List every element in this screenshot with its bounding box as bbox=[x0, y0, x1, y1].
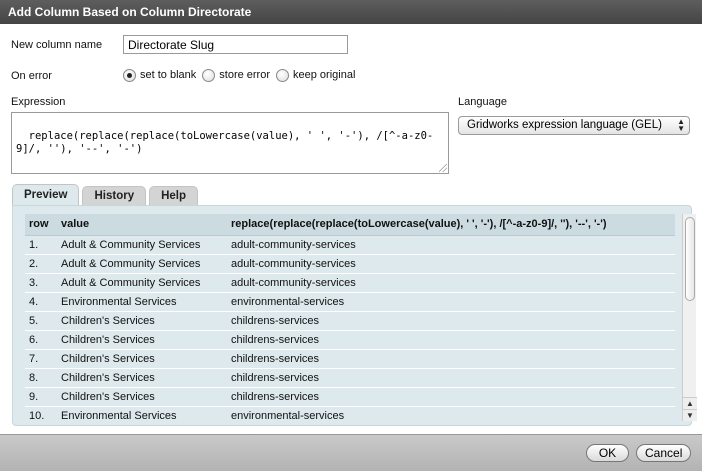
table-row: 3. Adult & Community Services adult-commun… bbox=[25, 273, 675, 293]
row-result: childrens-services bbox=[227, 330, 675, 350]
row-value: Adult & Community Services bbox=[57, 235, 227, 255]
table-row: 4. Environmental Services environmental-se… bbox=[25, 292, 675, 312]
radio-checked-icon[interactable] bbox=[123, 68, 136, 82]
tab-bar: Preview History Help bbox=[12, 184, 201, 206]
row-value: Children's Services bbox=[57, 349, 227, 369]
row-number: 6. bbox=[25, 330, 57, 350]
table-row: 5. Children's Services childrens-services bbox=[25, 311, 675, 331]
row-result: adult-community-services bbox=[227, 273, 675, 293]
column-header-expression: replace(replace(replace(toLowercase(valu… bbox=[227, 214, 675, 236]
radio-keep-original-label: keep original bbox=[293, 69, 356, 81]
row-number: 2. bbox=[25, 254, 57, 274]
row-result: environmental-services bbox=[227, 292, 675, 312]
table-row: 2. Adult & Community Services adult-commun… bbox=[25, 254, 675, 274]
scroll-down-icon[interactable]: ▼ bbox=[683, 409, 697, 421]
scrollbar-thumb[interactable] bbox=[685, 217, 695, 301]
row-value: Children's Services bbox=[57, 387, 227, 407]
tab-help[interactable]: Help bbox=[149, 186, 199, 206]
row-number: 5. bbox=[25, 311, 57, 331]
radio-store-error[interactable]: store error bbox=[202, 68, 271, 82]
row-result: childrens-services bbox=[227, 368, 675, 388]
on-error-label: On error bbox=[11, 70, 52, 82]
cancel-button[interactable]: Cancel bbox=[636, 444, 691, 462]
expression-textarea[interactable]: replace(replace(replace(toLowercase(valu… bbox=[11, 112, 449, 174]
row-value: Environmental Services bbox=[57, 292, 227, 312]
row-value: Children's Services bbox=[57, 311, 227, 331]
table-row: 10. Environmental Services environmental-s… bbox=[25, 406, 675, 421]
tab-history[interactable]: History bbox=[82, 186, 147, 206]
table-header-row: row value replace(replace(replace(toLowe… bbox=[25, 214, 675, 236]
column-header-row: row bbox=[25, 214, 57, 236]
dialog-footer: OK Cancel bbox=[0, 434, 702, 471]
row-result: childrens-services bbox=[227, 349, 675, 369]
radio-store-error-label: store error bbox=[219, 69, 271, 81]
row-value: Children's Services bbox=[57, 368, 227, 388]
radio-set-to-blank-label: set to blank bbox=[140, 69, 197, 81]
row-number: 10. bbox=[25, 406, 57, 421]
row-number: 3. bbox=[25, 273, 57, 293]
dialog-title: Add Column Based on Column Directorate bbox=[0, 0, 702, 24]
tab-preview[interactable]: Preview bbox=[12, 184, 80, 206]
preview-scrollbar[interactable]: ▲ ▼ bbox=[682, 214, 697, 421]
updown-arrows-icon: ▲ ▼ bbox=[677, 117, 685, 133]
row-value: Children's Services bbox=[57, 330, 227, 350]
radio-keep-original[interactable]: keep original bbox=[276, 68, 356, 82]
row-result: adult-community-services bbox=[227, 235, 675, 255]
row-result: childrens-services bbox=[227, 387, 675, 407]
language-select-value: Gridworks expression language (GEL) bbox=[467, 119, 662, 131]
row-result: childrens-services bbox=[227, 311, 675, 331]
column-header-value: value bbox=[57, 214, 227, 236]
row-value: Adult & Community Services bbox=[57, 273, 227, 293]
radio-unchecked-icon[interactable] bbox=[276, 68, 290, 82]
new-column-name-label: New column name bbox=[11, 39, 103, 51]
row-number: 4. bbox=[25, 292, 57, 312]
row-number: 1. bbox=[25, 235, 57, 255]
radio-unchecked-icon[interactable] bbox=[202, 68, 216, 82]
scroll-up-icon[interactable]: ▲ bbox=[683, 397, 697, 409]
expression-text[interactable]: replace(replace(replace(toLowercase(valu… bbox=[16, 130, 433, 155]
row-value: Adult & Community Services bbox=[57, 254, 227, 274]
table-row: 7. Children's Services childrens-services bbox=[25, 349, 675, 369]
table-row: 9. Children's Services childrens-services bbox=[25, 387, 675, 407]
row-value: Environmental Services bbox=[57, 406, 227, 421]
language-label: Language bbox=[458, 96, 507, 108]
preview-table: row value replace(replace(replace(toLowe… bbox=[25, 214, 675, 421]
on-error-radio-group: set to blank store error keep original bbox=[123, 66, 361, 84]
language-select[interactable]: Gridworks expression language (GEL) ▲ ▼ bbox=[458, 116, 690, 135]
preview-table-container: row value replace(replace(replace(toLowe… bbox=[25, 214, 675, 421]
resize-grip-icon[interactable] bbox=[439, 164, 447, 172]
table-row: 6. Children's Services childrens-services bbox=[25, 330, 675, 350]
table-row: 1. Adult & Community Services adult-commun… bbox=[25, 235, 675, 255]
row-result: adult-community-services bbox=[227, 254, 675, 274]
radio-set-to-blank[interactable]: set to blank bbox=[123, 68, 197, 82]
new-column-name-input[interactable] bbox=[123, 35, 348, 54]
row-number: 9. bbox=[25, 387, 57, 407]
row-number: 8. bbox=[25, 368, 57, 388]
row-result: environmental-services bbox=[227, 406, 675, 421]
row-number: 7. bbox=[25, 349, 57, 369]
expression-label: Expression bbox=[11, 96, 66, 108]
table-row: 8. Children's Services childrens-services bbox=[25, 368, 675, 388]
ok-button[interactable]: OK bbox=[586, 444, 629, 462]
preview-panel: row value replace(replace(replace(toLowe… bbox=[12, 205, 697, 426]
